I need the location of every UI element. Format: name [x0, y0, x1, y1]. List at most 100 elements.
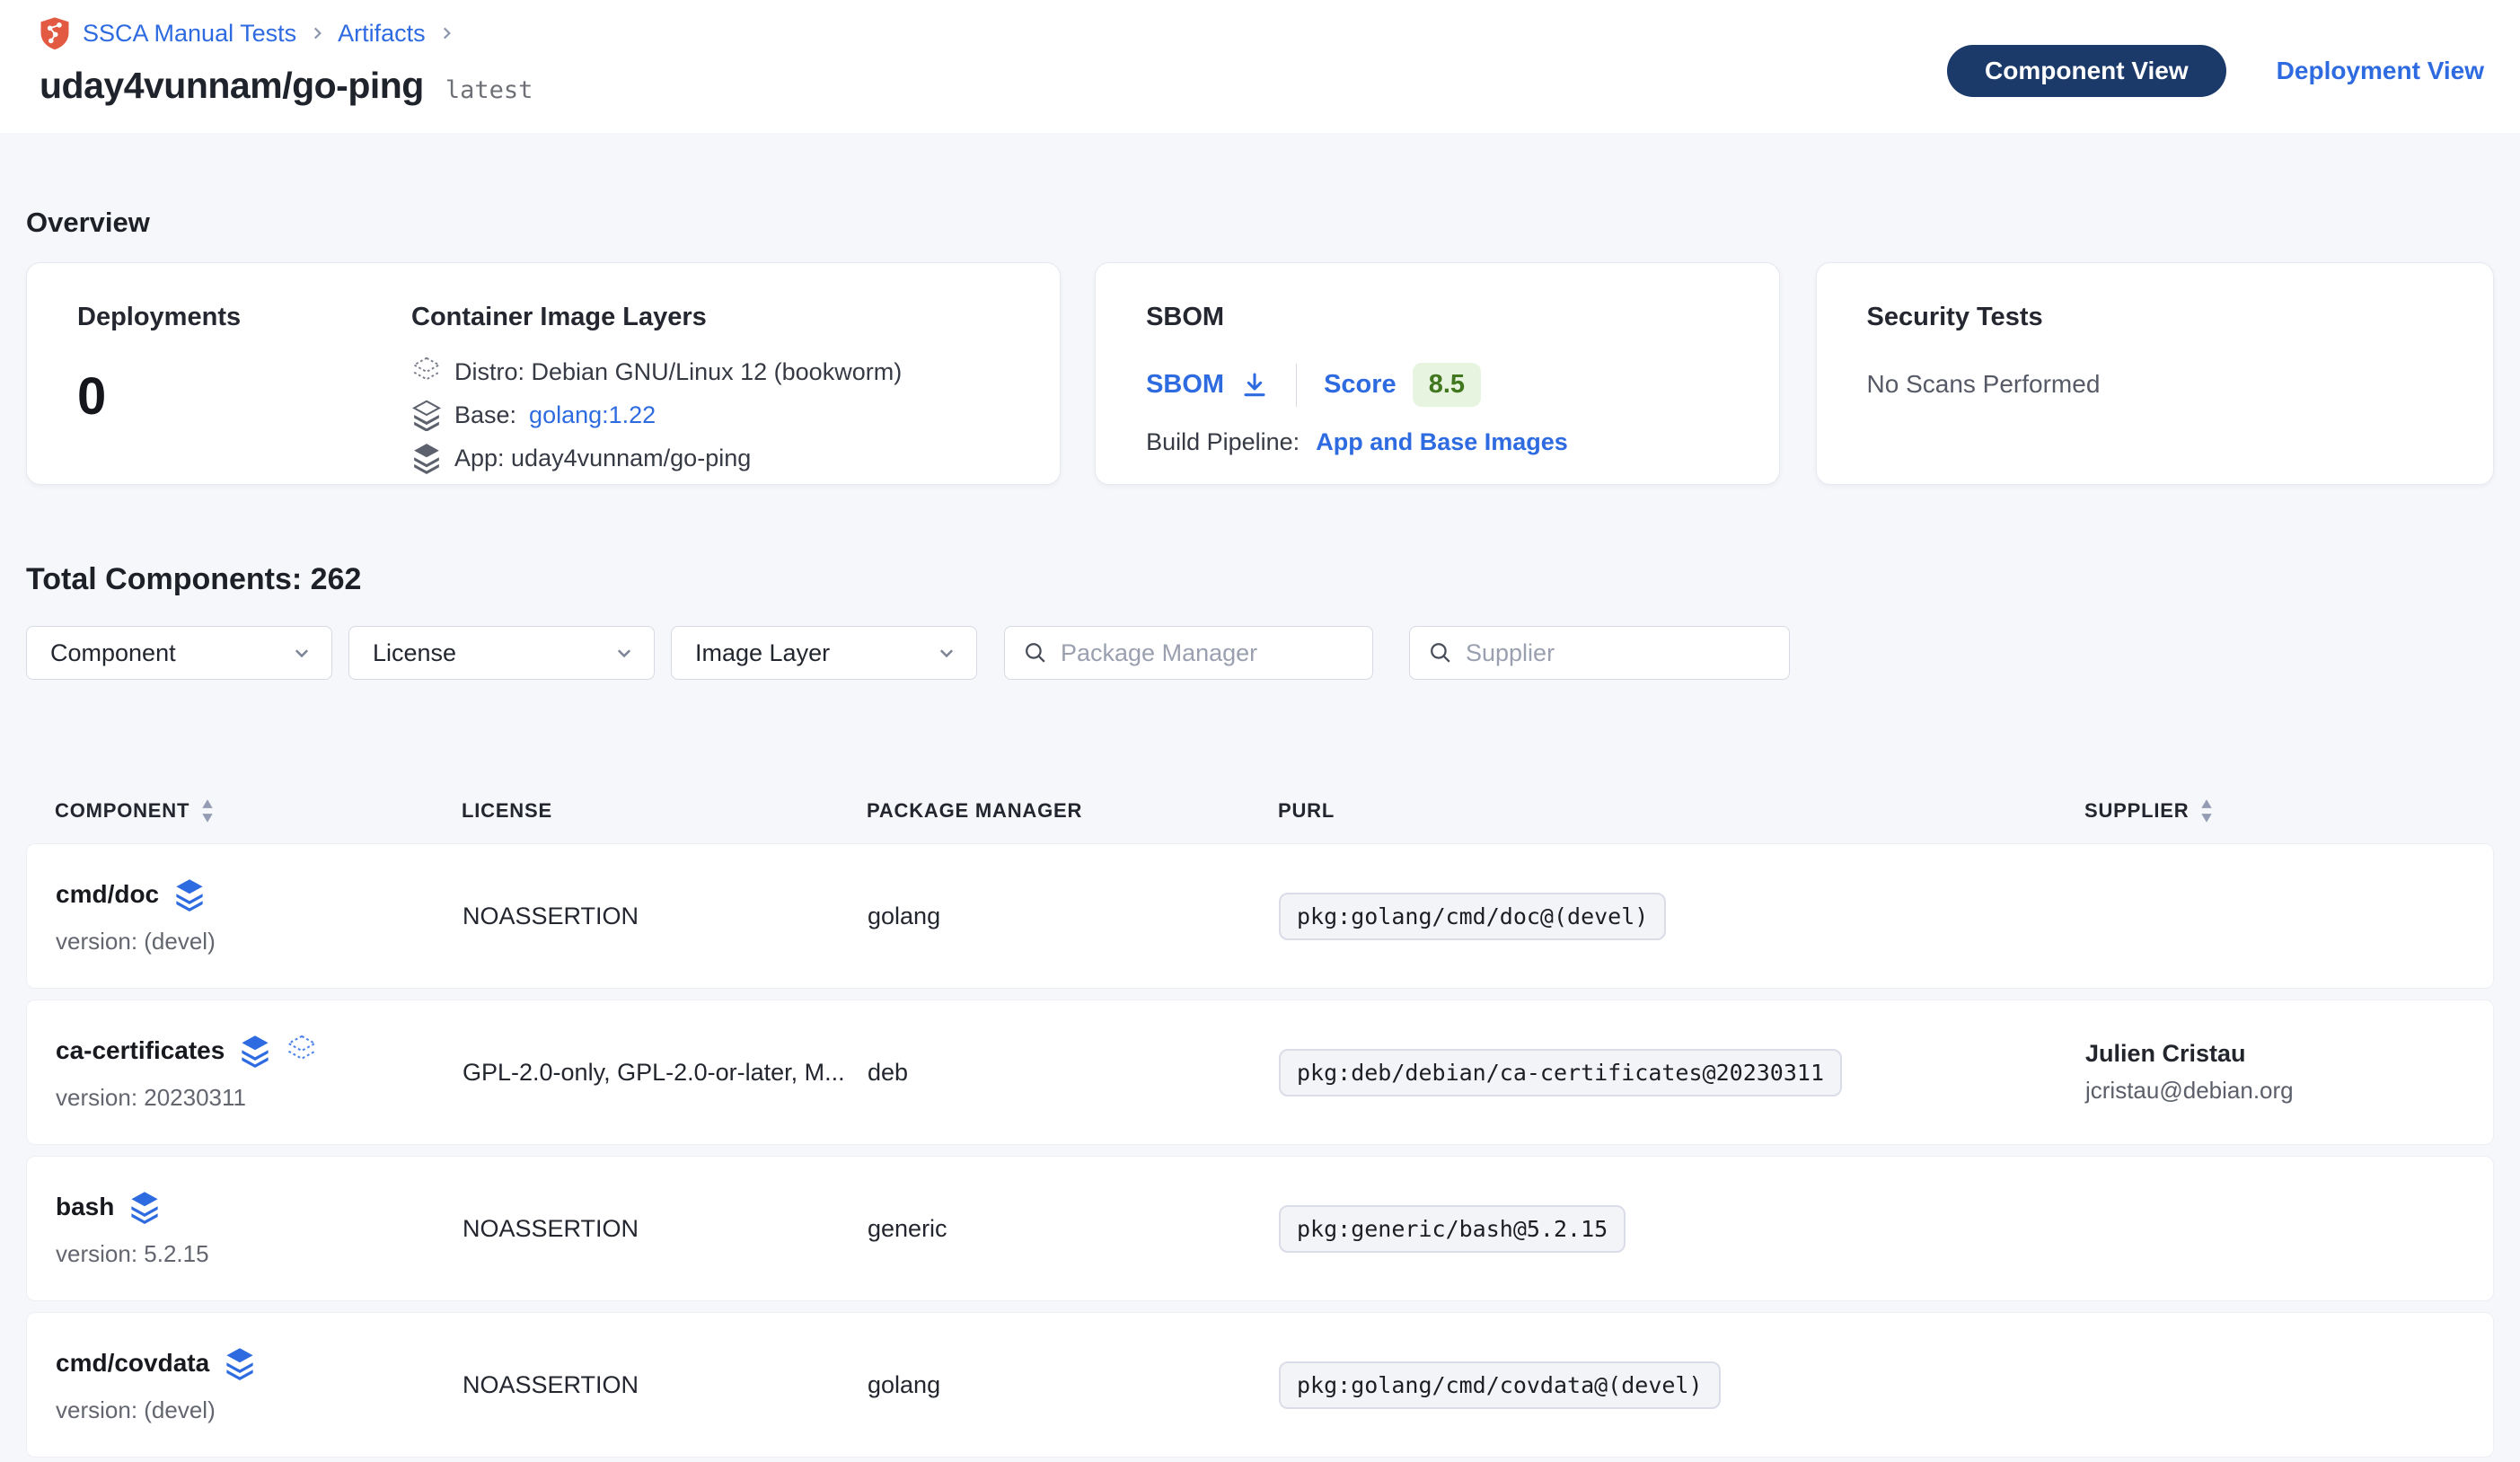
- layer-item-label: Distro: Debian GNU/Linux 12 (bookworm): [454, 358, 902, 386]
- column-header-component[interactable]: COMPONENT: [55, 798, 462, 823]
- image-layer-filter-dropdown[interactable]: Image Layer: [671, 626, 977, 680]
- purl-cell: pkg:generic/bash@5.2.15: [1279, 1205, 2085, 1253]
- supplier-email: jcristau@debian.org: [2085, 1077, 2493, 1105]
- package-manager-search: [1004, 626, 1373, 680]
- sbom-download-label: SBOM: [1146, 370, 1224, 400]
- purl-badge: pkg:deb/debian/ca-certificates@20230311: [1279, 1049, 1842, 1096]
- dropdown-label: License: [373, 639, 456, 667]
- component-view-button[interactable]: Component View: [1947, 45, 2226, 97]
- chevron-down-icon: [614, 643, 634, 663]
- container-image-layers-section: Container Image Layers Distro: Debian GN…: [411, 303, 902, 462]
- column-label: SUPPLIER: [2084, 799, 2189, 823]
- security-tests-status: No Scans Performed: [1867, 370, 2443, 399]
- component-cell: cmd/covdata version: (devel): [56, 1346, 463, 1424]
- search-icon: [1023, 640, 1048, 665]
- divider: [1296, 364, 1297, 407]
- security-tests-title: Security Tests: [1867, 303, 2443, 332]
- column-label: LICENSE: [462, 799, 552, 823]
- sort-icon: [2199, 798, 2214, 823]
- sbom-card-title: SBOM: [1146, 303, 1728, 332]
- components-table: cmd/doc version: (devel) NOASSERTION gol…: [26, 843, 2494, 1458]
- chevron-right-icon: [309, 25, 325, 41]
- supplier-search: [1409, 626, 1790, 680]
- component-name: ca-certificates: [56, 1036, 225, 1065]
- table-row[interactable]: cmd/doc version: (devel) NOASSERTION gol…: [26, 843, 2494, 989]
- ssca-shield-logo-icon: [40, 16, 70, 50]
- sbom-row: SBOM Score 8.5: [1146, 363, 1728, 407]
- deployments-count: 0: [77, 366, 411, 427]
- main-content: Overview Deployments 0 Container Image L…: [0, 207, 2520, 1458]
- container-image-layers-title: Container Image Layers: [411, 303, 902, 332]
- table-row[interactable]: ca-certificates version: 20230311 GPL-2.…: [26, 1000, 2494, 1145]
- layers-solid-icon: [224, 1346, 256, 1380]
- breadcrumb-link-project[interactable]: SSCA Manual Tests: [83, 20, 296, 48]
- column-label: PURL: [1278, 799, 1335, 823]
- license-cell: NOASSERTION: [463, 1371, 868, 1399]
- security-tests-card: Security Tests No Scans Performed: [1816, 262, 2494, 485]
- package-manager-cell: golang: [868, 903, 1279, 930]
- table-header: COMPONENT LICENSE PACKAGE MANAGER PURL S…: [26, 784, 2494, 838]
- component-version: version: 20230311: [56, 1084, 463, 1112]
- purl-cell: pkg:golang/cmd/doc@(devel): [1279, 893, 2085, 940]
- license-cell: NOASSERTION: [463, 1215, 868, 1243]
- filters-row: Component License Image Layer: [26, 626, 2494, 680]
- license-cell: NOASSERTION: [463, 903, 868, 930]
- component-version: version: 5.2.15: [56, 1240, 463, 1268]
- breadcrumb-link-artifacts[interactable]: Artifacts: [338, 20, 426, 48]
- component-name: cmd/doc: [56, 880, 159, 909]
- title-row: uday4vunnam/go-ping latest: [40, 65, 533, 107]
- overview-cards: Deployments 0 Container Image Layers Dis…: [26, 262, 2494, 485]
- layer-item-app: App: uday4vunnam/go-ping: [411, 440, 902, 476]
- app-layers-icon: [411, 442, 442, 474]
- component-filter-dropdown[interactable]: Component: [26, 626, 332, 680]
- layers-solid-icon: [239, 1034, 271, 1068]
- dropdown-label: Image Layer: [695, 639, 830, 667]
- column-header-license: LICENSE: [462, 799, 867, 823]
- purl-badge: pkg:golang/cmd/doc@(devel): [1279, 893, 1666, 940]
- supplier-cell: Julien Cristau jcristau@debian.org: [2085, 1040, 2493, 1105]
- license-filter-dropdown[interactable]: License: [348, 626, 655, 680]
- page-title: uday4vunnam/go-ping: [40, 65, 424, 107]
- artifact-tag: latest: [445, 76, 533, 104]
- layer-item-label: Base:: [454, 401, 516, 429]
- chevron-right-icon: [438, 25, 454, 41]
- layer-list: Distro: Debian GNU/Linux 12 (bookworm) B…: [411, 354, 902, 476]
- build-pipeline-link[interactable]: App and Base Images: [1316, 428, 1568, 456]
- layer-item-label: App: uday4vunnam/go-ping: [454, 445, 751, 472]
- deployment-view-link[interactable]: Deployment View: [2277, 57, 2484, 85]
- distro-layers-icon: [411, 356, 442, 388]
- topbar: SSCA Manual Tests Artifacts uday4vunnam/…: [0, 0, 2520, 133]
- sbom-score-label: Score: [1324, 370, 1397, 400]
- component-version: version: (devel): [56, 928, 463, 956]
- purl-cell: pkg:deb/debian/ca-certificates@20230311: [1279, 1049, 2085, 1096]
- column-header-purl: PURL: [1278, 799, 2084, 823]
- sbom-score-badge: 8.5: [1413, 363, 1481, 407]
- component-name: cmd/covdata: [56, 1349, 209, 1378]
- build-pipeline-label: Build Pipeline:: [1146, 428, 1300, 456]
- column-label: COMPONENT: [55, 799, 189, 823]
- column-header-supplier[interactable]: SUPPLIER: [2084, 798, 2494, 823]
- chevron-down-icon: [937, 643, 956, 663]
- deployments-and-layers-card: Deployments 0 Container Image Layers Dis…: [26, 262, 1061, 485]
- table-row[interactable]: bash version: 5.2.15 NOASSERTION generic…: [26, 1156, 2494, 1301]
- view-toggle: Component View Deployment View: [1947, 45, 2484, 97]
- layers-solid-icon: [173, 877, 206, 912]
- package-manager-cell: deb: [868, 1059, 1279, 1087]
- purl-badge: pkg:generic/bash@5.2.15: [1279, 1205, 1626, 1253]
- component-version: version: (devel): [56, 1396, 463, 1424]
- table-row[interactable]: cmd/covdata version: (devel) NOASSERTION…: [26, 1312, 2494, 1458]
- chevron-down-icon: [292, 643, 312, 663]
- download-icon: [1240, 371, 1269, 400]
- layers-solid-icon: [128, 1190, 161, 1224]
- component-cell: ca-certificates version: 20230311: [56, 1034, 463, 1112]
- supplier-search-input[interactable]: [1466, 639, 1771, 667]
- package-manager-search-input[interactable]: [1061, 639, 1354, 667]
- deployments-section: Deployments 0: [77, 303, 411, 462]
- sbom-download-link[interactable]: SBOM: [1146, 370, 1269, 400]
- column-header-package-manager: PACKAGE MANAGER: [867, 799, 1278, 823]
- breadcrumb: SSCA Manual Tests Artifacts: [40, 16, 533, 50]
- overview-heading: Overview: [26, 207, 2494, 239]
- base-image-link[interactable]: golang:1.22: [529, 401, 656, 429]
- dropdown-label: Component: [50, 639, 176, 667]
- package-manager-cell: generic: [868, 1215, 1279, 1243]
